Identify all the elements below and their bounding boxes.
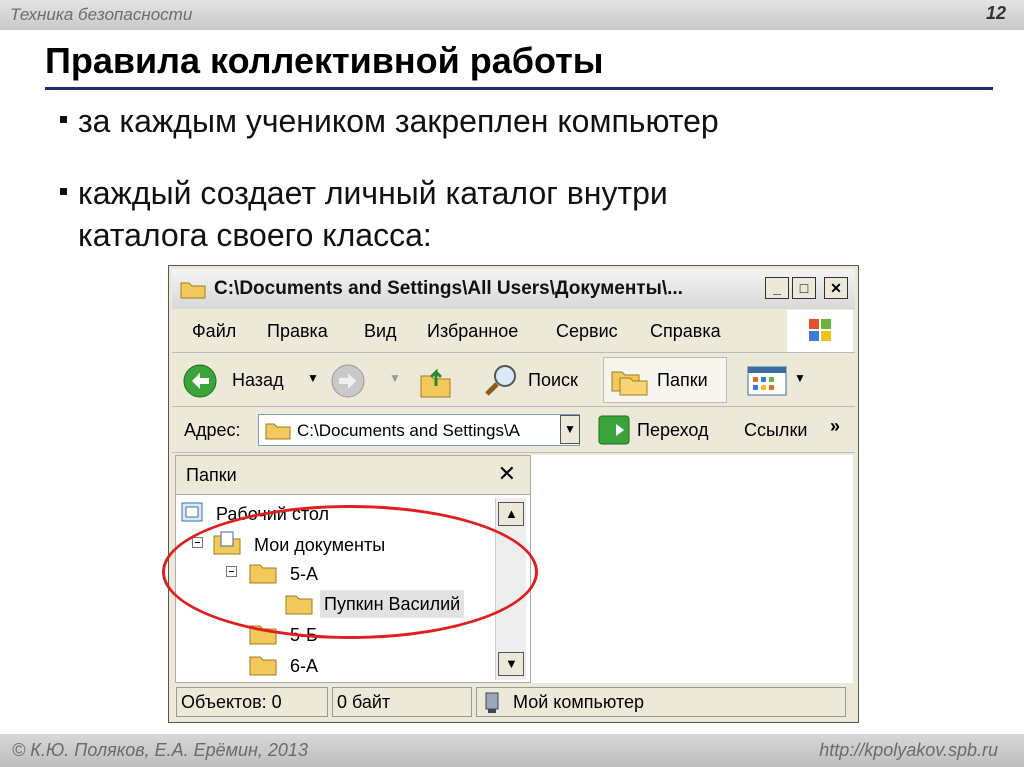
chevron-down-icon: ▼ [505,656,518,671]
window-titlebar[interactable]: C:\Documents and Settings\All Users\Доку… [172,269,855,309]
folders-pane-title: Папки [186,465,237,485]
chevron-down-icon: ▼ [564,422,576,436]
slide-footer: © К.Ю. Поляков, Е.А. Ерёмин, 2013 http:/… [0,734,1024,767]
status-objects: Объектов: 0 [176,687,328,717]
search-button[interactable]: Поиск [528,370,578,391]
menu-favorites[interactable]: Избранное [427,321,518,342]
title-underline [45,87,993,90]
standard-toolbar: Назад ▼ ▼ Поиск Папки ▼ [172,354,855,407]
address-bar: Адрес: C:\Documents and Settings\A ▼ Пер… [172,408,855,453]
menu-view[interactable]: Вид [364,321,397,342]
bullet-text: каждый создает личный каталог внутри [78,175,668,211]
windows-logo-icon [787,310,853,352]
chevron-up-icon: ▲ [505,506,518,521]
folder-icon [265,423,291,440]
close-pane-icon[interactable]: ✕ [498,461,516,487]
folder-up-icon[interactable] [419,362,453,400]
forward-arrow-icon[interactable] [330,363,366,399]
menu-help[interactable]: Справка [650,321,721,342]
menu-edit[interactable]: Правка [267,321,328,342]
tree-item-label: 6-А [290,656,319,676]
folders-button-label: Папки [657,370,708,390]
status-location: Мой компьютер [476,687,846,717]
menu-file[interactable]: Файл [192,321,236,342]
address-value: C:\Documents and Settings\A [297,421,521,440]
address-dropdown-button[interactable]: ▼ [560,415,580,444]
scroll-up-button[interactable]: ▲ [498,502,524,526]
menu-bar: Файл Правка Вид Избранное Сервис Справка [172,310,855,353]
desktop-icon [181,502,203,522]
go-button[interactable]: Переход [637,420,709,441]
folders-pane-header: Папки ✕ [176,456,530,495]
views-icon[interactable] [747,366,789,396]
forward-dropdown-icon[interactable]: ▼ [389,371,401,385]
back-arrow-icon[interactable] [182,363,218,399]
folder-icon [249,656,277,676]
back-dropdown-icon[interactable]: ▼ [307,371,319,385]
maximize-button[interactable]: □ [792,277,816,299]
scroll-down-button[interactable]: ▼ [498,652,524,676]
status-size: 0 байт [332,687,472,717]
address-label: Адрес: [184,420,241,440]
bullet-item: каждый создает личный каталог внутри кат… [60,172,668,256]
minimize-button[interactable]: _ [765,277,789,299]
views-dropdown-icon[interactable]: ▼ [794,371,806,385]
status-bar: Объектов: 0 0 байт Мой компьютер [172,685,855,719]
go-arrow-icon[interactable] [598,415,630,445]
bullet-marker [60,188,67,195]
folders-button[interactable]: Папки [603,357,727,403]
bullet-item: за каждым учеником закреплен компьютер [60,100,719,142]
folder-icon [180,282,206,299]
bullet-marker [60,116,67,123]
bullet-text: за каждым учеником закреплен компьютер [78,103,719,139]
footer-authors: © К.Ю. Поляков, Е.А. Ерёмин, 2013 [12,740,308,760]
folders-icon [611,371,648,396]
close-button[interactable]: ✕ [824,277,848,299]
links-button[interactable]: Ссылки [744,420,807,441]
window-title: C:\Documents and Settings\All Users\Доку… [214,278,683,299]
more-links-icon[interactable]: » [830,416,840,437]
section-title: Техника безопасности [10,5,193,24]
content-pane[interactable] [531,455,853,683]
slide-title: Правила коллективной работы [45,40,604,81]
highlight-ellipse [162,505,538,639]
explorer-window: C:\Documents and Settings\All Users\Доку… [168,265,859,723]
bullet-text-continued: каталога своего класса: [78,217,432,253]
address-input[interactable]: C:\Documents and Settings\A [258,414,580,446]
computer-icon [485,692,499,713]
status-location-label: Мой компьютер [513,692,645,712]
footer-url: http://kpolyakov.spb.ru [819,740,998,760]
search-icon[interactable] [484,362,520,398]
slide-header: Техника безопасности 12 [0,0,1024,30]
menu-tools[interactable]: Сервис [556,321,618,342]
back-button[interactable]: Назад [232,370,284,391]
slide-number: 12 [985,3,1006,23]
